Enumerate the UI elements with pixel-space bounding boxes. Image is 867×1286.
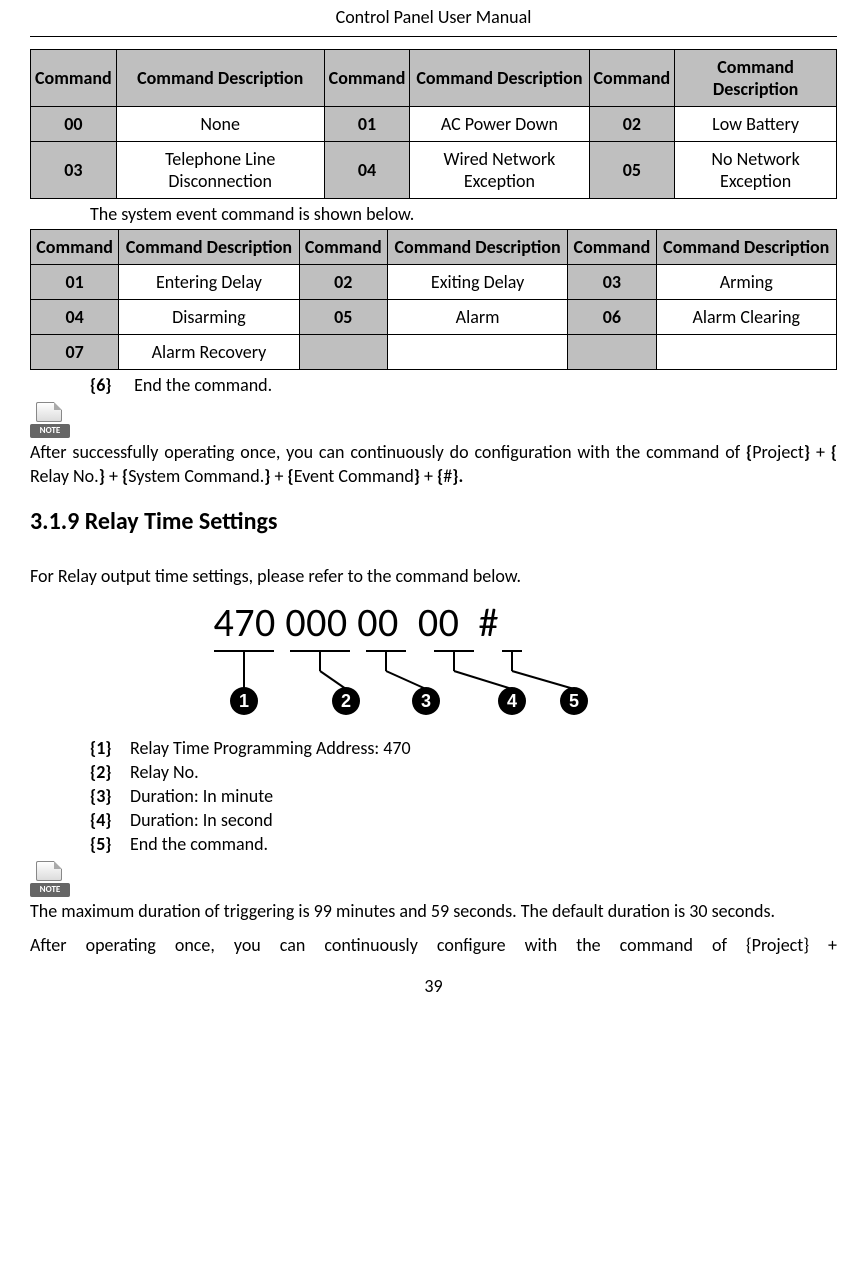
item-line: {2}Relay No. xyxy=(90,761,837,783)
note-label: NOTE xyxy=(30,424,70,438)
desc-cell xyxy=(656,335,836,370)
item-label: {3} xyxy=(90,785,130,807)
th: Command Description xyxy=(410,50,589,107)
note-2a: The maximum duration of triggering is 99… xyxy=(30,899,837,923)
item-label: {1} xyxy=(90,737,130,759)
th: Command Description xyxy=(387,230,567,265)
page-number: 39 xyxy=(30,975,837,997)
note-2b: After operating once, you can continuous… xyxy=(30,933,837,957)
desc-cell: Alarm Clearing xyxy=(656,300,836,335)
th: Command xyxy=(299,230,387,265)
desc-cell: Exiting Delay xyxy=(387,265,567,300)
command-cell: 03 xyxy=(31,142,117,199)
item-text: Relay Time Programming Address: 470 xyxy=(130,737,411,759)
th: Command Description xyxy=(116,50,324,107)
note-icon: NOTE xyxy=(30,861,70,897)
command-cell: 03 xyxy=(568,265,656,300)
command-cell: 02 xyxy=(589,107,675,142)
command-table-1: Command Command Description Command Comm… xyxy=(30,49,837,199)
desc-cell: Entering Delay xyxy=(119,265,299,300)
desc-cell: Arming xyxy=(656,265,836,300)
command-cell: 07 xyxy=(31,335,119,370)
desc-cell: Wired Network Exception xyxy=(410,142,589,199)
desc-cell: Low Battery xyxy=(675,107,837,142)
svg-text:3: 3 xyxy=(420,691,430,711)
desc-cell xyxy=(387,335,567,370)
desc-cell: Telephone Line Disconnection xyxy=(116,142,324,199)
page-header: Control Panel User Manual xyxy=(30,0,837,37)
svg-text:1: 1 xyxy=(238,691,248,711)
diagram-text: 470 000 00 00 # xyxy=(214,598,654,647)
command-cell: 04 xyxy=(324,142,410,199)
th: Command xyxy=(589,50,675,107)
command-table-2: Command Command Description Command Comm… xyxy=(30,229,837,370)
desc-cell: Alarm Recovery xyxy=(119,335,299,370)
th: Command Description xyxy=(675,50,837,107)
section-heading: 3.1.9 Relay Time Settings xyxy=(30,507,837,536)
th: Command Description xyxy=(119,230,299,265)
item-text: Duration: In second xyxy=(130,809,273,831)
item-6: {6} End the command. xyxy=(90,374,837,396)
desc-cell: AC Power Down xyxy=(410,107,589,142)
note-paper-icon xyxy=(36,861,62,881)
desc-cell: Disarming xyxy=(119,300,299,335)
command-diagram: 470 000 00 00 # 1 2 3 4 5 xyxy=(214,598,654,719)
note-1: After successfully operating once, you c… xyxy=(30,440,837,489)
item-line: {5}End the command. xyxy=(90,833,837,855)
item-label: {2} xyxy=(90,761,130,783)
desc-cell: No Network Exception xyxy=(675,142,837,199)
note-icon: NOTE xyxy=(30,402,70,438)
item-line: {4}Duration: In second xyxy=(90,809,837,831)
intro: For Relay output time settings, please r… xyxy=(30,564,837,588)
caption: The system event command is shown below. xyxy=(90,203,837,225)
item-text: Duration: In minute xyxy=(130,785,273,807)
th: Command xyxy=(31,50,117,107)
item-label: {4} xyxy=(90,809,130,831)
command-cell: 00 xyxy=(31,107,117,142)
note-paper-icon xyxy=(36,402,62,422)
item-text: End the command. xyxy=(134,374,272,396)
item-label: {5} xyxy=(90,833,130,855)
desc-cell: None xyxy=(116,107,324,142)
item-text: Relay No. xyxy=(130,761,199,783)
command-cell xyxy=(299,335,387,370)
svg-text:2: 2 xyxy=(340,691,350,711)
th: Command xyxy=(31,230,119,265)
command-cell: 05 xyxy=(299,300,387,335)
th: Command xyxy=(568,230,656,265)
command-cell: 06 xyxy=(568,300,656,335)
item-line: {1}Relay Time Programming Address: 470 xyxy=(90,737,837,759)
note-label: NOTE xyxy=(30,883,70,897)
th: Command Description xyxy=(656,230,836,265)
command-cell: 01 xyxy=(324,107,410,142)
item-text: End the command. xyxy=(130,833,268,855)
th: Command xyxy=(324,50,410,107)
svg-text:4: 4 xyxy=(506,691,516,711)
item-line: {3}Duration: In minute xyxy=(90,785,837,807)
command-cell xyxy=(568,335,656,370)
command-cell: 02 xyxy=(299,265,387,300)
item-label: {6} xyxy=(90,374,130,396)
svg-text:5: 5 xyxy=(568,691,578,711)
diagram-connectors: 1 2 3 4 5 xyxy=(214,649,654,719)
command-cell: 04 xyxy=(31,300,119,335)
command-cell: 01 xyxy=(31,265,119,300)
desc-cell: Alarm xyxy=(387,300,567,335)
command-cell: 05 xyxy=(589,142,675,199)
